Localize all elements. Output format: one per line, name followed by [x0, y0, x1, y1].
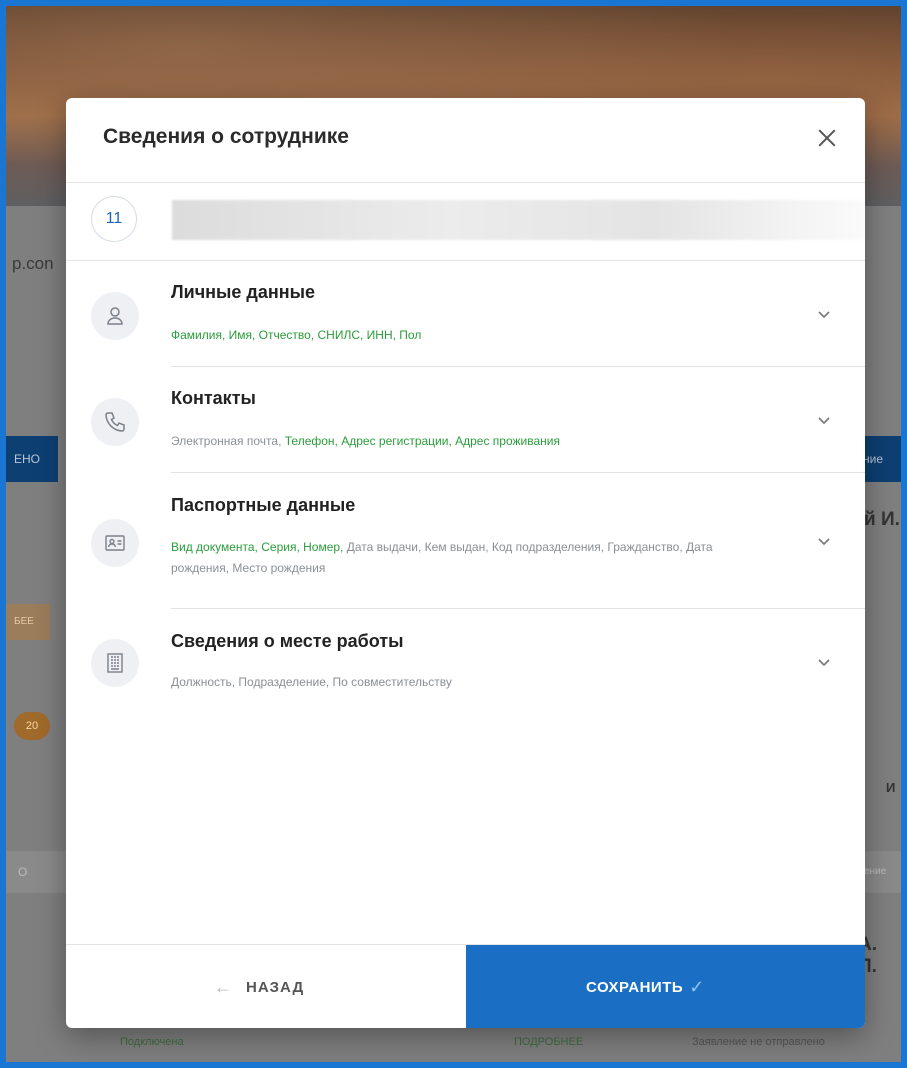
field-list-filled: Телефон, Адрес регистрации, Адрес прожив…: [284, 434, 560, 448]
chevron-down-icon: [818, 311, 830, 319]
section-passport-data[interactable]: Паспортные данные Вид документа, Серия, …: [66, 473, 865, 608]
modal-title: Сведения о сотруднике: [103, 125, 349, 148]
background-details-link: ПОДРОБНЕЕ: [514, 1036, 584, 1048]
save-button-label: СОХРАНИТЬ: [586, 979, 684, 996]
person-icon: [91, 292, 139, 340]
background-strip-left: ЕНО: [6, 436, 58, 482]
phone-icon: [91, 398, 139, 446]
arrow-left-icon: ←: [214, 977, 232, 997]
section-fields: Должность, Подразделение, По совместител…: [171, 672, 771, 693]
background-text: p.con: [12, 254, 54, 273]
background-badge: БЕЕ: [6, 604, 50, 640]
background-name-right: й И.: [864, 509, 900, 530]
employee-details-modal: Сведения о сотруднике 11 Личные данные Ф…: [66, 98, 865, 1028]
field-list-filled: Фамилия, Имя, Отчество, СНИЛС, ИНН, Пол: [171, 328, 422, 342]
section-title: Сведения о месте работы: [171, 631, 404, 651]
section-contacts[interactable]: Контакты Электронная почта, Телефон, Адр…: [66, 367, 865, 472]
chevron-down-icon: [818, 538, 830, 546]
section-title: Паспортные данные: [171, 495, 356, 515]
background-count-pill: 20: [14, 712, 50, 740]
section-fields: Вид документа, Серия, Номер, Дата выдачи…: [171, 537, 771, 579]
building-icon: [91, 639, 139, 687]
field-list-missing: Электронная почта,: [171, 434, 285, 448]
background-status: Подключена: [120, 1036, 184, 1048]
section-fields: Электронная почта, Телефон, Адрес регист…: [171, 431, 771, 452]
background-card-header: О: [6, 851, 66, 893]
section-fields: Фамилия, Имя, Отчество, СНИЛС, ИНН, Пол: [171, 325, 771, 346]
screenshot-frame: p.con ЕНО ние й И. БЕЕ 20 И О ение А. П.…: [0, 0, 907, 1068]
check-icon: ✓: [689, 977, 705, 997]
divider: [66, 182, 865, 183]
close-icon[interactable]: [815, 126, 839, 150]
field-list-missing: Должность, Подразделение, По совместител…: [171, 675, 452, 689]
section-workplace-data[interactable]: Сведения о месте работы Должность, Подра…: [66, 609, 865, 719]
save-button[interactable]: СОХРАНИТЬ ✓: [466, 945, 865, 1028]
section-title: Контакты: [171, 388, 256, 408]
employee-row: 11: [66, 184, 865, 260]
employee-name-redacted: [172, 200, 865, 240]
chevron-down-icon: [818, 659, 830, 667]
id-card-icon: [91, 519, 139, 567]
back-button[interactable]: ← НАЗАД: [66, 945, 466, 1028]
section-personal-data[interactable]: Личные данные Фамилия, Имя, Отчество, СН…: [66, 261, 865, 366]
employee-number-badge: 11: [91, 196, 137, 242]
background-status: Заявление не отправлено: [692, 1036, 825, 1048]
background-text: И: [886, 780, 896, 795]
background-strip-right: ние: [859, 436, 901, 482]
back-button-label: НАЗАД: [246, 979, 305, 996]
section-title: Личные данные: [171, 282, 315, 302]
chevron-down-icon: [818, 417, 830, 425]
field-list-filled: Вид документа, Серия, Номер,: [171, 540, 347, 554]
background-card-header: ение: [864, 851, 901, 893]
